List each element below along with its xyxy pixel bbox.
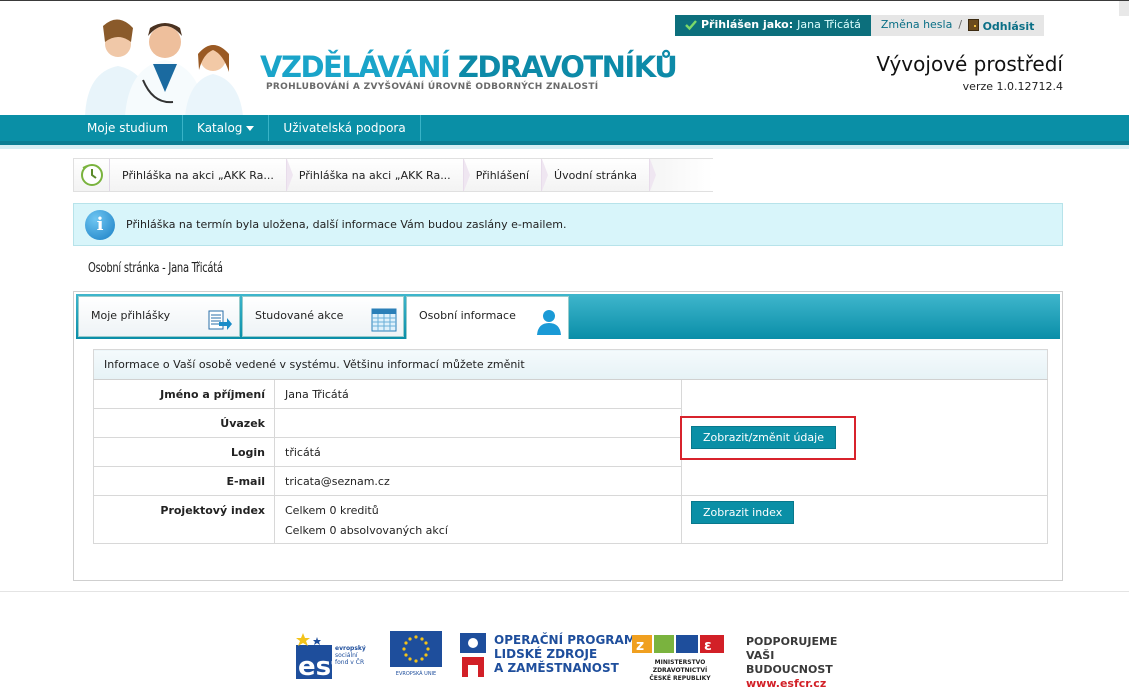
nav-underline bbox=[0, 145, 1129, 149]
user-icon bbox=[537, 310, 561, 335]
ministry-line: ČESKÉ REPUBLIKY bbox=[649, 675, 711, 682]
user-bar: Přihlášen jako: Jana Třicátá Změna hesla… bbox=[675, 15, 1045, 36]
nav-item-podpora[interactable]: Uživatelská podpora bbox=[269, 115, 421, 141]
row-label: Jméno a příjmení bbox=[93, 379, 275, 409]
eu-flag-icon bbox=[390, 631, 442, 667]
logo-title: VZDĚLÁVÁNÍ ZDRAVOTNÍKŮ bbox=[260, 50, 678, 84]
row-label: Úvazek bbox=[93, 408, 275, 438]
esf-line: evropský bbox=[335, 645, 366, 652]
table-row: Jméno a příjmení Jana Třicátá Zobrazit/z… bbox=[93, 379, 1048, 496]
svg-text:ε: ε bbox=[704, 638, 712, 654]
clock-icon bbox=[80, 164, 103, 186]
tabs-bar: Moje přihlášky Studované akce Osobní inf… bbox=[76, 294, 1060, 339]
door-icon bbox=[968, 19, 980, 31]
nav-item-moje-studium[interactable]: Moje studium bbox=[73, 115, 184, 141]
ministry-text: MINISTERSTVO ZDRAVOTNICTVÍ ČESKÉ REPUBLI… bbox=[630, 659, 730, 683]
breadcrumb-item[interactable]: Úvodní stránka bbox=[542, 159, 657, 191]
esf-line: fond v ČR bbox=[335, 659, 365, 666]
svg-text:z: z bbox=[636, 638, 644, 654]
link-separator: / bbox=[958, 18, 963, 31]
esfcr-link[interactable]: www.esfcr.cz bbox=[746, 677, 837, 691]
ministry-line: MINISTERSTVO ZDRAVOTNICTVÍ bbox=[652, 659, 708, 674]
table-row: Projektový index Celkem 0 kreditů Celkem… bbox=[93, 495, 1048, 544]
esf-logo: esf evropský sociální fond v ČR bbox=[295, 631, 385, 682]
footer-divider bbox=[0, 591, 1129, 592]
environment-title: Vývojové prostředí bbox=[876, 52, 1063, 76]
tab-label: Osobní informace bbox=[419, 309, 516, 322]
nav-items: Moje studium Katalog Uživatelská podpora bbox=[73, 115, 421, 141]
ministry-mark-icon: z ε bbox=[632, 635, 724, 654]
logo-title-part1: VZDĚLÁVÁNÍ bbox=[260, 50, 458, 84]
breadcrumb-home[interactable] bbox=[74, 159, 110, 191]
project-index-value: Celkem 0 kreditů Celkem 0 absolvovaných … bbox=[274, 495, 682, 544]
breadcrumb: Přihláška na akci „AKK Ra... Přihláška n… bbox=[73, 158, 713, 192]
op-line: LIDSKÉ ZDROJE bbox=[494, 647, 598, 661]
document-arrow-icon bbox=[208, 310, 232, 330]
tab-osobni-informace[interactable]: Osobní informace bbox=[406, 296, 569, 339]
page-title: Osobní stránka - Jana Třicátá bbox=[88, 261, 223, 276]
tab-label: Moje přihlášky bbox=[91, 309, 171, 322]
op-person-icon bbox=[460, 633, 486, 677]
calendar-icon bbox=[371, 308, 397, 332]
ministry-logo: z ε MINISTERSTVO ZDRAVOTNICTVÍ ČESKÉ REP… bbox=[630, 631, 730, 682]
logo-title-part2: ZDRAVOTNÍKŮ bbox=[457, 50, 678, 84]
row-label: E-mail bbox=[93, 466, 275, 496]
row-label: Projektový index bbox=[93, 495, 275, 544]
table-caption-row: Informace o Vaší osobě vedené v systému.… bbox=[93, 349, 1048, 380]
row-value: Jana Třicátá bbox=[274, 379, 682, 409]
logo-subtitle: PROHLUBOVÁNÍ A ZVYŠOVÁNÍ ÚROVNĚ ODBORNÝC… bbox=[266, 82, 599, 92]
show-index-button[interactable]: Zobrazit index bbox=[691, 501, 795, 524]
info-icon: i bbox=[85, 209, 115, 240]
info-notice: i Přihláška na termín byla uložena, dalš… bbox=[73, 203, 1063, 246]
logged-user-name: Jana Třicátá bbox=[797, 18, 861, 31]
logged-in-label: Přihlášen jako: bbox=[701, 18, 794, 31]
op-line: A ZAMĚSTNANOST bbox=[494, 661, 619, 675]
op-lzz-logo: OPERAČNÍ PROGRAM LIDSKÉ ZDROJE A ZAMĚSTN… bbox=[458, 631, 636, 679]
nav-item-katalog-label: Katalog bbox=[197, 121, 243, 135]
eu-logo: EVROPSKÁ UNIE bbox=[390, 631, 442, 679]
esf-line: sociální bbox=[335, 652, 358, 659]
logout-link[interactable]: Odhlásit bbox=[968, 18, 1034, 36]
table-caption: Informace o Vaší osobě vedené v systému.… bbox=[93, 349, 1048, 380]
nav-item-katalog[interactable]: Katalog bbox=[183, 115, 270, 141]
row-value: tricata@seznam.cz bbox=[274, 466, 682, 496]
personal-info-table: Informace o Vaší osobě vedené v systému.… bbox=[93, 349, 1048, 544]
highlight-box bbox=[680, 416, 856, 460]
logo-people-image bbox=[85, 19, 243, 116]
podp-line: PODPORUJEME bbox=[746, 635, 838, 648]
main-navigation: Moje studium Katalog Uživatelská podpora bbox=[0, 115, 1129, 149]
row-value: třicátá bbox=[274, 437, 682, 467]
tab-moje-prihlasky[interactable]: Moje přihlášky bbox=[78, 296, 240, 337]
completed-events-text: Celkem 0 absolvovaných akcí bbox=[285, 524, 448, 537]
user-links: Změna hesla / Odhlásit bbox=[870, 15, 1045, 36]
change-password-link[interactable]: Změna hesla bbox=[881, 18, 953, 36]
personal-panel: Moje přihlášky Studované akce Osobní inf… bbox=[73, 291, 1063, 581]
credits-text: Celkem 0 kreditů bbox=[285, 504, 379, 517]
tab-label: Studované akce bbox=[255, 309, 344, 322]
check-icon bbox=[685, 20, 697, 31]
caret-down-icon bbox=[246, 126, 255, 131]
op-line: OPERAČNÍ PROGRAM bbox=[494, 633, 636, 647]
logout-label: Odhlásit bbox=[982, 20, 1035, 33]
op-text: OPERAČNÍ PROGRAM LIDSKÉ ZDROJE A ZAMĚSTN… bbox=[494, 633, 636, 675]
info-notice-text: Přihláška na termín byla uložena, další … bbox=[126, 218, 567, 231]
row-label: Login bbox=[93, 437, 275, 467]
breadcrumb-fade bbox=[650, 159, 713, 191]
logged-in-box: Přihlášen jako: Jana Třicátá bbox=[675, 15, 871, 36]
eu-label: EVROPSKÁ UNIE bbox=[395, 671, 437, 677]
row-value bbox=[274, 408, 682, 438]
tab-studovane-akce[interactable]: Studované akce bbox=[242, 296, 404, 337]
podp-line: VAŠI BUDOUCNOST bbox=[746, 649, 833, 676]
podporujeme-text: PODPORUJEME VAŠI BUDOUCNOST www.esfcr.cz bbox=[746, 635, 837, 691]
breadcrumb-item[interactable]: Přihlášení bbox=[464, 159, 549, 191]
scrollbar-shade bbox=[1119, 1, 1129, 16]
index-cell: Zobrazit index bbox=[681, 495, 1048, 544]
breadcrumb-item[interactable]: Přihláška na akci „AKK Ra... bbox=[287, 159, 470, 191]
breadcrumb-item[interactable]: Přihláška na akci „AKK Ra... bbox=[110, 159, 293, 191]
esf-text: evropský sociální fond v ČR bbox=[335, 645, 366, 666]
version-label: verze 1.0.12712.4 bbox=[962, 80, 1063, 93]
